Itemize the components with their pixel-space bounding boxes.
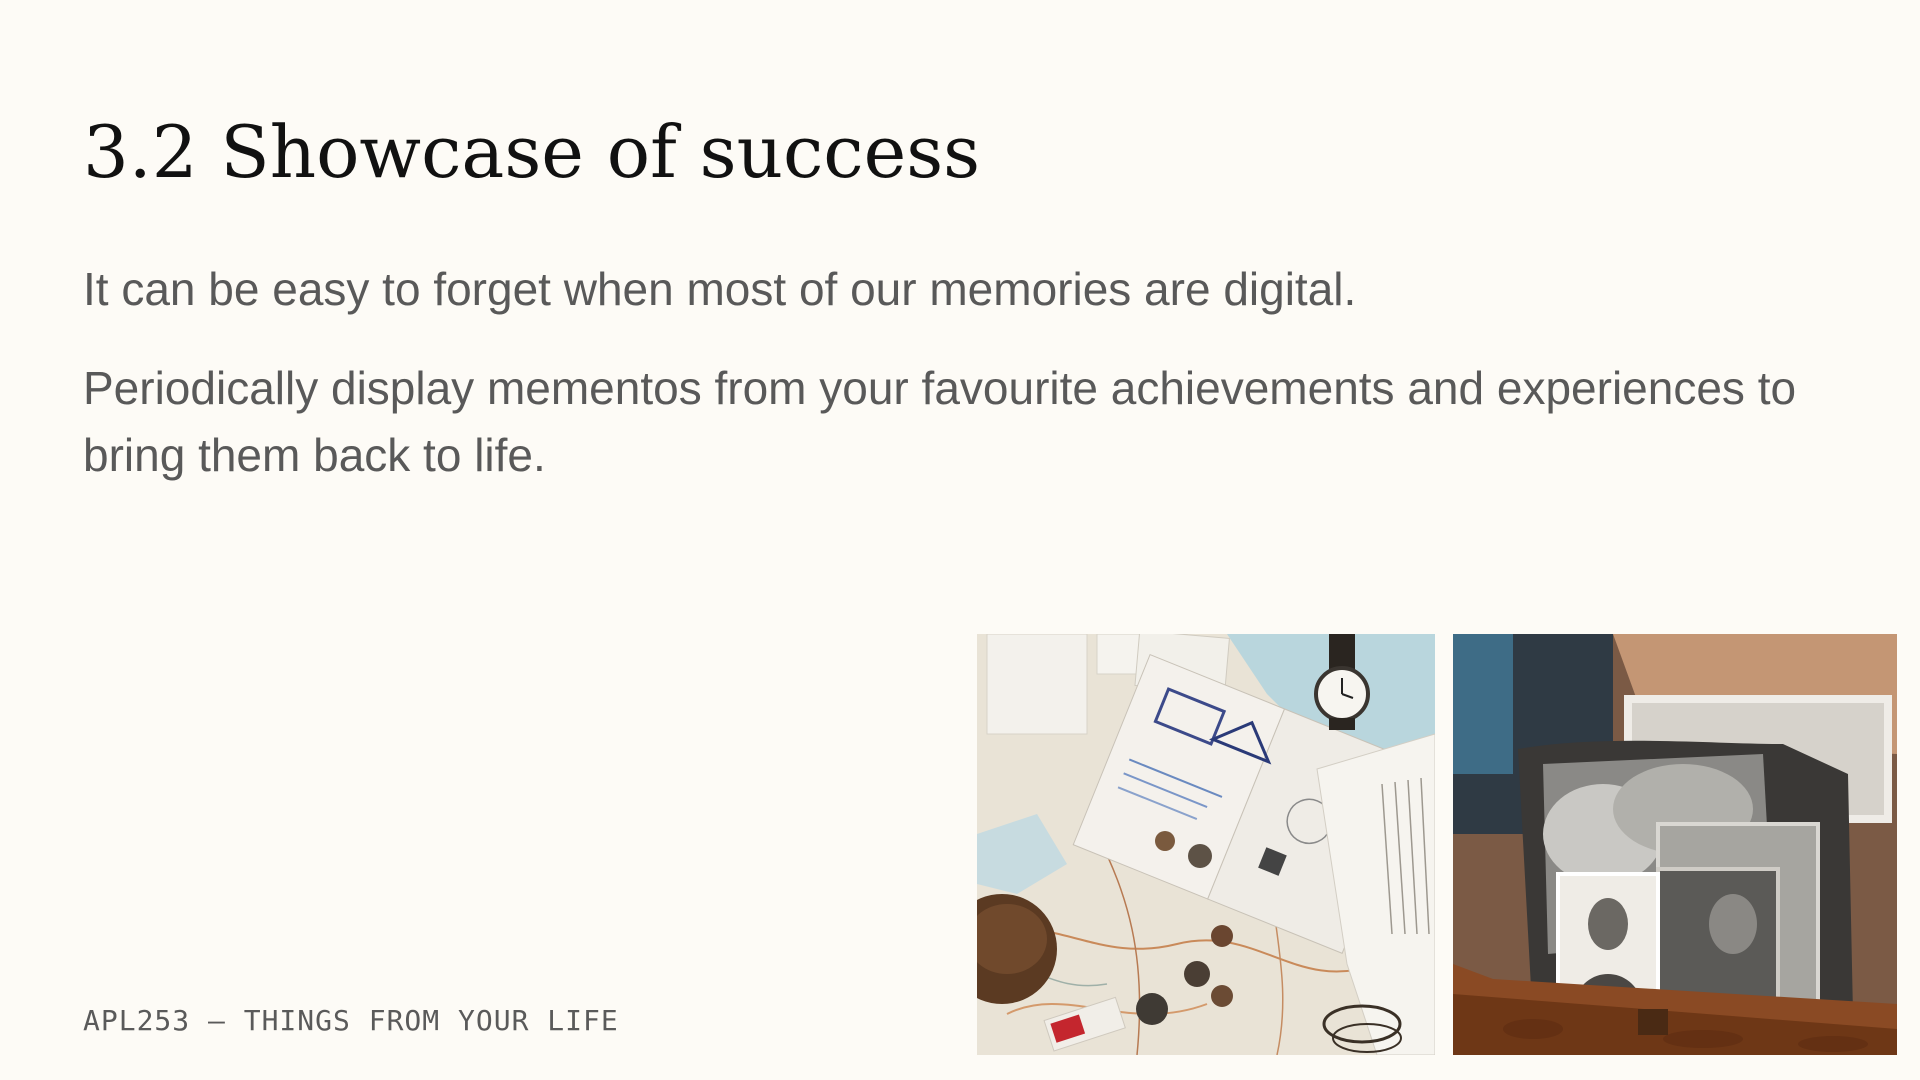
slide: 3.2 Showcase of success It can be easy t… (0, 0, 1920, 1080)
paragraph-digital-memories: It can be easy to forget when most of ou… (83, 263, 1357, 315)
paragraph-display-mementos: Periodically display mementos from your … (83, 362, 1797, 481)
old-photos-box-image (1453, 634, 1897, 1055)
old-photos-box-photo (1453, 634, 1897, 1055)
travel-mementos-image (977, 634, 1435, 1055)
footer-course-label: APL253 – THINGS FROM YOUR LIFE (83, 1004, 619, 1037)
travel-mementos-photo (977, 634, 1435, 1055)
slide-title: 3.2 Showcase of success (83, 110, 981, 194)
